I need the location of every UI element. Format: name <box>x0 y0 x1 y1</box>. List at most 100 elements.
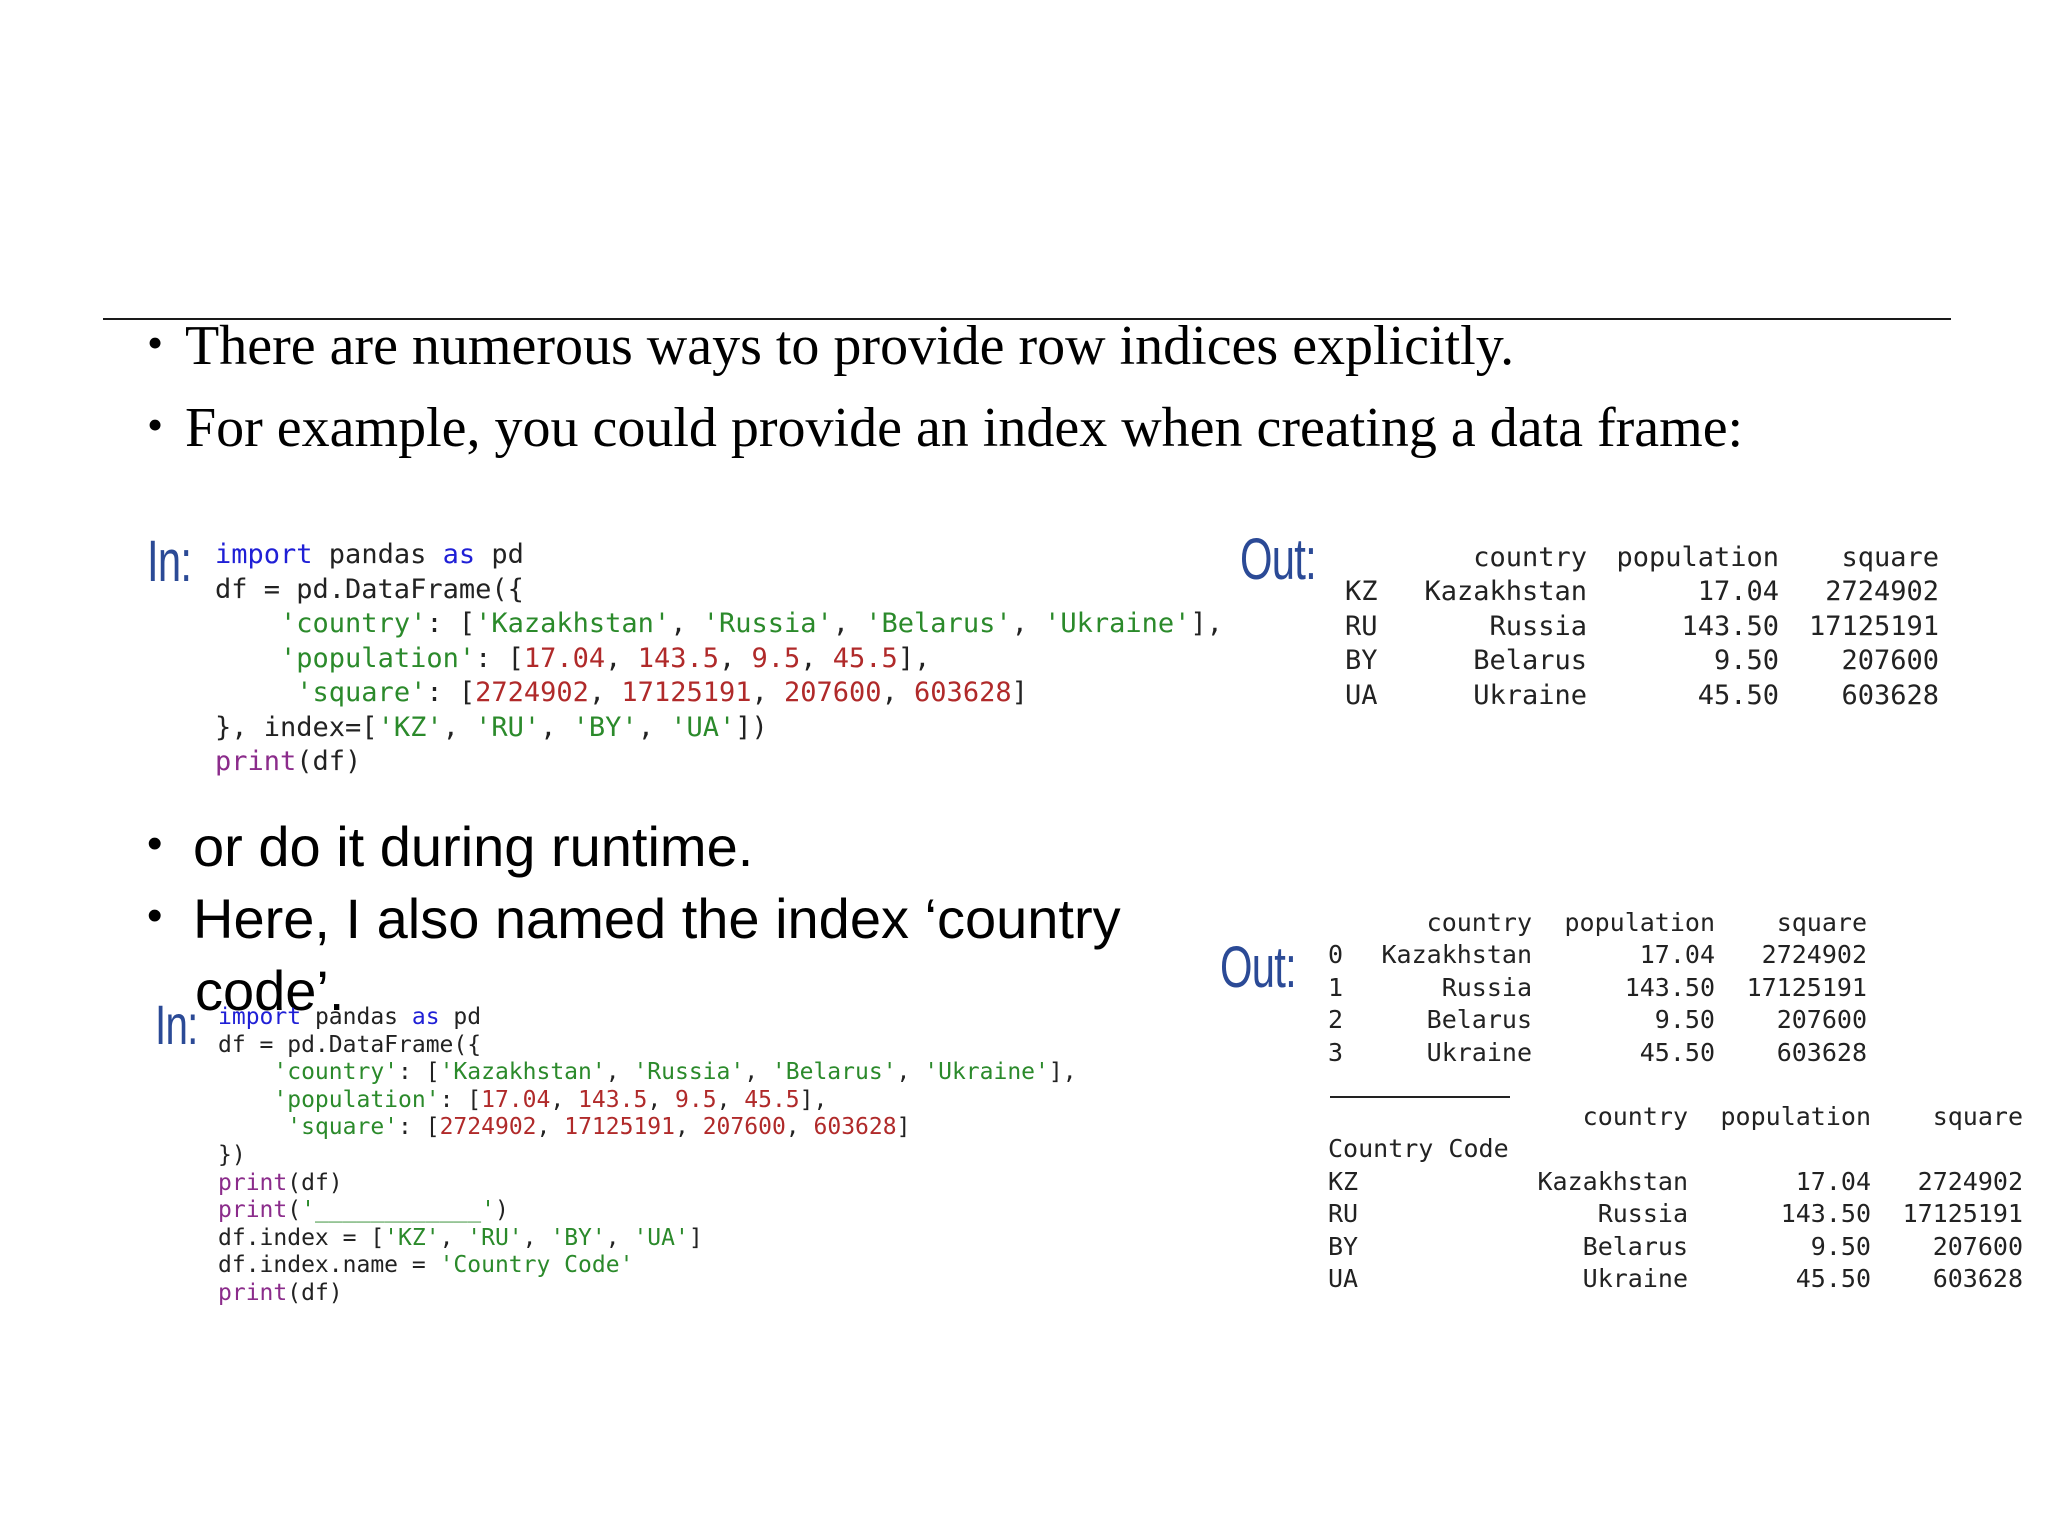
bullet-text: For example, you could provide an index … <box>185 397 1744 459</box>
row-index: RU <box>1328 1199 1359 1229</box>
header-country: country <box>1426 907 1532 937</box>
code-line: df = pd.DataFrame({ <box>218 1031 482 1058</box>
table-row: KZ Kazakhstan 17.04 2724902 <box>1328 1165 2023 1198</box>
table-cell: 603628 <box>1776 1037 1867 1067</box>
header-index <box>1328 1100 1528 1133</box>
table-cell: 45.50 <box>1697 679 1779 711</box>
row-index: BY <box>1345 645 1378 677</box>
table-cell: Kazakhstan <box>1537 1166 1688 1196</box>
code-line: print(df) <box>218 1169 343 1196</box>
table-row: 1 Russia 143.50 17125191 <box>1328 971 1867 1004</box>
table-cell: 603628 <box>1841 679 1939 711</box>
header-index <box>1328 906 1372 939</box>
output-table-2b: country population square Country Code K… <box>1328 1100 2023 1295</box>
code-block-2: import pandas as pd df = pd.DataFrame({ … <box>218 1004 1077 1308</box>
table-cell: 143.50 <box>1681 610 1779 642</box>
code-line: 'country': ['Kazakhstan', 'Russia', 'Bel… <box>273 1059 1077 1086</box>
table-cell: 2724902 <box>1761 940 1867 970</box>
output-table-2a: country population square 0 Kazakhstan 17.… <box>1328 906 1867 1069</box>
header-country: country <box>1582 1101 1688 1131</box>
table-cell: Belarus <box>1582 1231 1688 1261</box>
table-header-row: country population square <box>1328 906 1867 939</box>
code-line: print(df) <box>215 746 362 777</box>
table-cell: Kazakhstan <box>1424 576 1587 608</box>
row-index: KZ <box>1328 1166 1359 1196</box>
table-cell: Russia <box>1441 972 1532 1002</box>
table-row: UA Ukraine 45.50 603628 <box>1345 678 1939 713</box>
code-line: 'population': [17.04, 143.5, 9.5, 45.5], <box>273 1086 828 1113</box>
table-cell: Kazakhstan <box>1381 940 1532 970</box>
table-cell: 9.50 <box>1713 645 1779 677</box>
code-line: 'square': [2724902, 17125191, 207600, 60… <box>287 1114 911 1141</box>
code-line: print(df) <box>218 1279 343 1306</box>
table-cell: 17.04 <box>1795 1166 1871 1196</box>
bullet-runtime: • or do it during runtime. <box>147 815 754 878</box>
code-line: 'population': [17.04, 143.5, 9.5, 45.5], <box>280 642 931 674</box>
header-population: population <box>1720 1101 1871 1131</box>
bullet-text: or do it during runtime. <box>193 815 754 878</box>
row-index: 3 <box>1328 1037 1344 1067</box>
table-row: 2 Belarus 9.50 207600 <box>1328 1004 1867 1037</box>
table-row: 3 Ukraine 45.50 603628 <box>1328 1036 1867 1069</box>
code-line: df.index = ['KZ', 'RU', 'BY', 'UA'] <box>218 1224 703 1251</box>
row-index: UA <box>1328 1264 1359 1294</box>
in-prompt-2: In: <box>155 993 198 1056</box>
table-cell: 207600 <box>1776 1005 1867 1035</box>
table-cell: 17125191 <box>1902 1199 2023 1229</box>
bullet-text: Here, I also named the index ‘country co… <box>193 887 1121 1022</box>
code-line: }) <box>218 1141 246 1168</box>
header-population: population <box>1564 907 1715 937</box>
table-cell: Ukraine <box>1473 679 1587 711</box>
table-row: BY Belarus 9.50 207600 <box>1345 644 1939 679</box>
table-cell: 2724902 <box>1917 1166 2023 1196</box>
table-cell: Ukraine <box>1426 1037 1532 1067</box>
output-separator <box>1330 1096 1510 1098</box>
table-row: RU Russia 143.50 17125191 <box>1328 1198 2023 1231</box>
table-row: UA Ukraine 45.50 603628 <box>1328 1263 2023 1296</box>
row-index: 0 <box>1328 940 1344 970</box>
row-index: UA <box>1345 679 1378 711</box>
code-line: 'country': ['Kazakhstan', 'Russia', 'Bel… <box>280 608 1223 639</box>
table-row: KZ Kazakhstan 17.04 2724902 <box>1345 575 1939 610</box>
code-line: import pandas as pd <box>218 1004 482 1030</box>
table-index-name-row: Country Code <box>1328 1133 2023 1166</box>
row-index: BY <box>1328 1231 1359 1261</box>
code-line: 'square': [2724902, 17125191, 207600, 60… <box>296 677 1028 708</box>
out-prompt-1: Out: <box>1240 527 1317 592</box>
output-table-1: country population square KZ Kazakhstan 17… <box>1345 540 1939 713</box>
row-index: 1 <box>1328 972 1344 1002</box>
code-line: df.index.name = 'Country Code' <box>218 1252 634 1279</box>
table-cell: 9.50 <box>1810 1231 1871 1261</box>
table-cell: 2724902 <box>1825 576 1939 608</box>
bullet-example: • For example, you could provide an index… <box>147 397 1744 459</box>
table-cell: Belarus <box>1473 645 1587 677</box>
table-cell: 17125191 <box>1808 610 1939 642</box>
table-cell: 603628 <box>1932 1264 2023 1294</box>
table-cell: 143.50 <box>1624 972 1715 1002</box>
header-square: square <box>1841 541 1939 573</box>
header-population: population <box>1616 541 1779 573</box>
table-cell: Belarus <box>1426 1005 1532 1035</box>
header-country: country <box>1473 541 1587 573</box>
row-index: 2 <box>1328 1005 1344 1035</box>
table-header-row: country population square <box>1345 540 1939 575</box>
in-prompt-1: In: <box>147 529 192 594</box>
table-cell: Russia <box>1489 610 1587 642</box>
out-prompt-2: Out: <box>1220 935 1297 1000</box>
row-index: KZ <box>1345 576 1378 608</box>
table-cell: 45.50 <box>1795 1264 1871 1294</box>
header-square: square <box>1932 1101 2023 1131</box>
code-line: print('____________') <box>218 1197 509 1224</box>
table-cell: Ukraine <box>1582 1264 1688 1294</box>
table-cell: Russia <box>1597 1199 1688 1229</box>
header-index <box>1345 540 1405 575</box>
code-line: df = pd.DataFrame({ <box>215 573 524 605</box>
row-index: RU <box>1345 610 1378 642</box>
table-cell: 9.50 <box>1654 1005 1715 1035</box>
table-cell: 17.04 <box>1697 576 1779 608</box>
table-cell: 207600 <box>1932 1231 2023 1261</box>
table-row: 0 Kazakhstan 17.04 2724902 <box>1328 939 1867 972</box>
table-cell: 143.50 <box>1780 1199 1871 1229</box>
table-header-row: country population square <box>1328 1100 2023 1133</box>
code-line: import pandas as pd <box>215 539 524 570</box>
